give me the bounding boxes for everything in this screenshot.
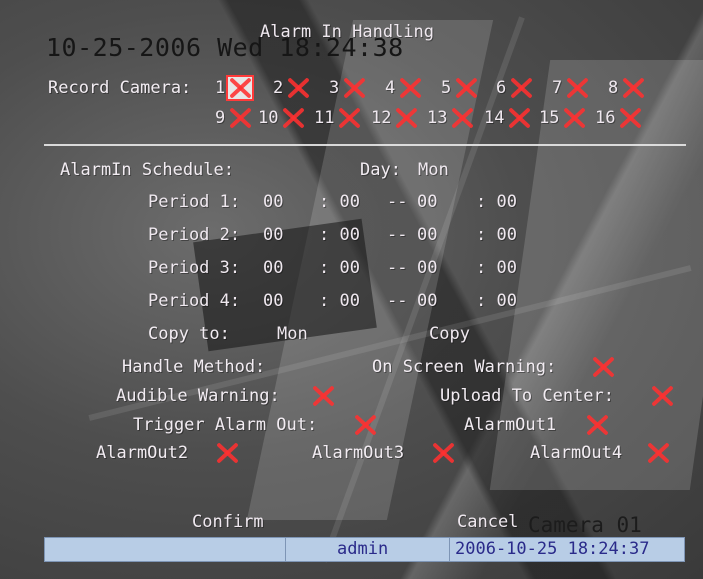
alarmout2-label: AlarmOut2	[96, 443, 189, 463]
period-end-minute[interactable]: : 00	[476, 225, 517, 245]
camera-name-overlay: Camera 01	[528, 513, 642, 537]
section-divider	[44, 144, 686, 146]
camera-number-label: 6	[496, 78, 507, 98]
alarmout3-checkbox-icon[interactable]	[431, 442, 455, 464]
trigger-alarm-out-label: Trigger Alarm Out:	[133, 415, 318, 435]
on-screen-warning-label: On Screen Warning:	[372, 357, 557, 377]
camera-number-label: 13	[427, 108, 448, 128]
upload-to-center-label: Upload To Center:	[440, 386, 614, 406]
period-end-minute[interactable]: : 00	[476, 192, 517, 212]
camera-number-label: 10	[258, 108, 279, 128]
camera-number-label: 15	[539, 108, 560, 128]
camera-checkbox-icon[interactable]	[621, 77, 645, 99]
alarmout1-checkbox-icon[interactable]	[585, 414, 609, 436]
clock-overlay: 10-25-2006 Wed 18:24:38	[46, 33, 404, 62]
audible-warning-label: Audible Warning:	[116, 386, 280, 406]
period-end-hour[interactable]: 00	[417, 225, 437, 245]
camera-number-label: 7	[552, 78, 563, 98]
selected-checkbox-icon[interactable]	[226, 75, 254, 101]
period-label: Period 2:	[148, 225, 241, 245]
camera-number-label: 1	[215, 78, 226, 98]
day-select[interactable]: Mon	[418, 160, 449, 180]
camera-number-label: 11	[314, 108, 335, 128]
alarmout1-label: AlarmOut1	[464, 415, 557, 435]
copy-to-label: Copy to:	[148, 324, 230, 344]
camera-number-label: 3	[329, 78, 340, 98]
confirm-button[interactable]: Confirm	[192, 512, 264, 532]
camera-number-label: 2	[273, 78, 284, 98]
camera-number-label: 14	[484, 108, 505, 128]
alarmout4-checkbox-icon[interactable]	[646, 442, 670, 464]
camera-checkbox-icon[interactable]	[337, 107, 361, 129]
dvr-screen: Alarm In Handling 10-25-2006 Wed 18:24:3…	[0, 0, 703, 579]
period-dash: --	[387, 225, 408, 245]
copy-to-select[interactable]: Mon	[277, 324, 308, 344]
period-start-hour[interactable]: 00	[263, 225, 283, 245]
period-end-hour[interactable]: 00	[417, 192, 437, 212]
status-separator	[449, 538, 450, 561]
on-screen-warning-checkbox-icon[interactable]	[591, 356, 615, 378]
camera-number-label: 12	[371, 108, 392, 128]
status-user: admin	[337, 539, 389, 559]
alarmin-schedule-label: AlarmIn Schedule:	[60, 160, 234, 180]
audible-warning-checkbox-icon[interactable]	[311, 385, 335, 407]
camera-checkbox-icon[interactable]	[618, 107, 642, 129]
period-start-hour[interactable]: 00	[263, 291, 283, 311]
period-label: Period 4:	[148, 291, 241, 311]
camera-checkbox-icon[interactable]	[562, 107, 586, 129]
period-dash: --	[387, 258, 408, 278]
period-start-hour[interactable]: 00	[263, 258, 283, 278]
period-label: Period 1:	[148, 192, 241, 212]
trigger-alarm-out-checkbox-icon[interactable]	[353, 414, 377, 436]
cancel-button[interactable]: Cancel	[457, 512, 518, 532]
period-end-minute[interactable]: : 00	[476, 291, 517, 311]
camera-number-label: 16	[595, 108, 616, 128]
camera-number-label: 4	[385, 78, 396, 98]
period-start-hour[interactable]: 00	[263, 192, 283, 212]
camera-checkbox-icon[interactable]	[281, 107, 305, 129]
status-bar: admin 2006-10-25 18:24:37	[44, 537, 685, 562]
camera-checkbox-icon[interactable]	[342, 77, 366, 99]
copy-button[interactable]: Copy	[429, 324, 470, 344]
camera-checkbox-icon[interactable]	[454, 77, 478, 99]
period-end-hour[interactable]: 00	[417, 258, 437, 278]
status-separator	[285, 538, 286, 561]
period-end-minute[interactable]: : 00	[476, 258, 517, 278]
period-start-minute[interactable]: : 00	[319, 192, 360, 212]
day-label: Day:	[360, 160, 401, 180]
camera-checkbox-icon[interactable]	[398, 77, 422, 99]
period-end-hour[interactable]: 00	[417, 291, 437, 311]
camera-checkbox-icon[interactable]	[450, 107, 474, 129]
period-dash: --	[387, 192, 408, 212]
alarmout2-checkbox-icon[interactable]	[215, 442, 239, 464]
camera-number-label: 9	[215, 108, 226, 128]
upload-to-center-checkbox-icon[interactable]	[650, 385, 674, 407]
handle-method-label: Handle Method:	[122, 357, 266, 377]
camera-checkbox-icon[interactable]	[394, 107, 418, 129]
camera-checkbox-icon[interactable]	[228, 107, 252, 129]
status-datetime: 2006-10-25 18:24:37	[455, 539, 650, 559]
camera-checkbox-icon[interactable]	[286, 77, 310, 99]
camera-number-label: 8	[608, 78, 619, 98]
camera-number-label: 5	[441, 78, 452, 98]
camera-checkbox-icon[interactable]	[507, 107, 531, 129]
alarmout4-label: AlarmOut4	[530, 443, 623, 463]
period-start-minute[interactable]: : 00	[319, 258, 360, 278]
camera-checkbox-icon[interactable]	[565, 77, 589, 99]
alarmout3-label: AlarmOut3	[312, 443, 405, 463]
period-start-minute[interactable]: : 00	[319, 225, 360, 245]
camera-checkbox-icon[interactable]	[509, 77, 533, 99]
period-dash: --	[387, 291, 408, 311]
record-camera-label: Record Camera:	[48, 78, 192, 98]
period-label: Period 3:	[148, 258, 241, 278]
period-start-minute[interactable]: : 00	[319, 291, 360, 311]
